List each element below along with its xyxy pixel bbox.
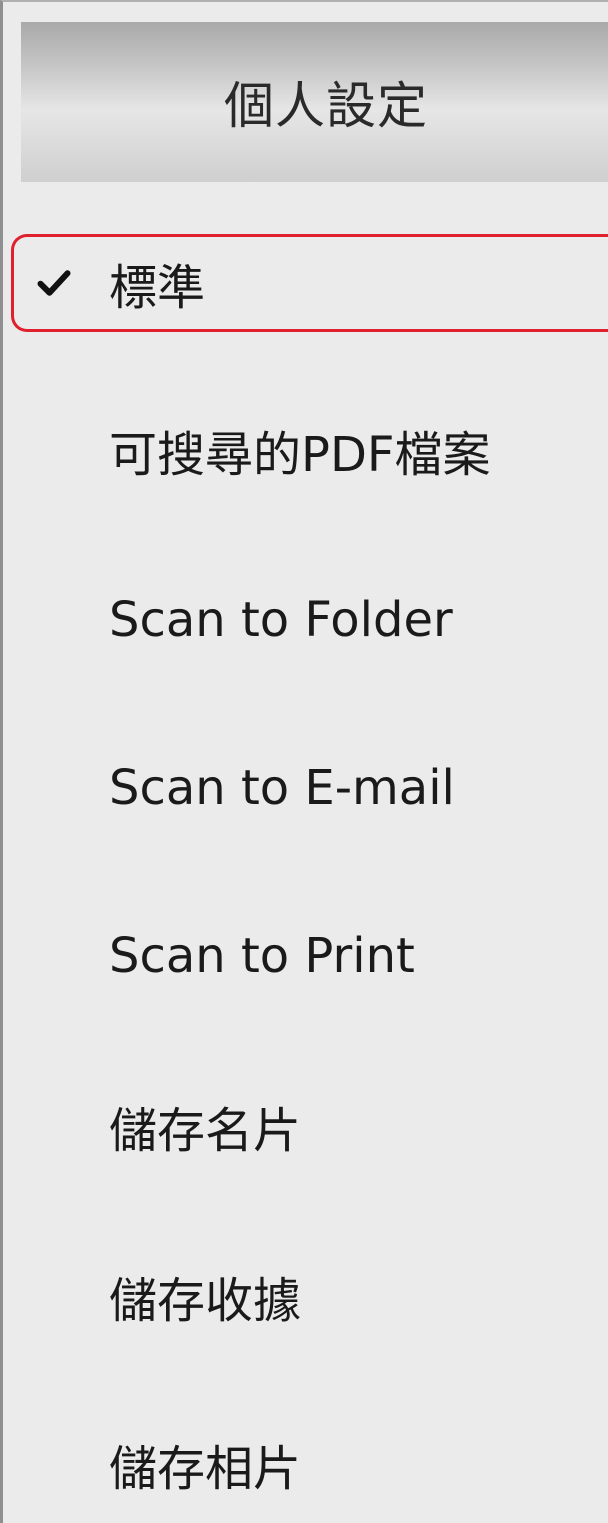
profile-menu: 個人設定 標準 可搜尋的PDF檔案 Scan to Folder Scan to…	[0, 0, 608, 1523]
menu-item-label: Scan to Print	[109, 928, 415, 984]
checkmark-icon	[37, 270, 71, 296]
menu-item-label: 儲存相片	[109, 1441, 302, 1497]
menu-item-standard[interactable]: 標準	[11, 234, 608, 332]
menu-item-label: 儲存名片	[109, 1103, 302, 1159]
menu-item-save-receipts[interactable]: 儲存收據	[21, 1248, 608, 1344]
menu-item-save-photos[interactable]: 儲存相片	[21, 1416, 608, 1512]
menu-item-save-business-cards[interactable]: 儲存名片	[21, 1078, 608, 1174]
menu-header: 個人設定	[21, 22, 608, 182]
menu-header-title: 個人設定	[224, 77, 428, 135]
menu-item-label: Scan to Folder	[109, 592, 453, 648]
menu-item-searchable-pdf[interactable]: 可搜尋的PDF檔案	[21, 402, 608, 498]
menu-item-label: 可搜尋的PDF檔案	[109, 427, 491, 483]
menu-item-label: Scan to E-mail	[109, 760, 455, 816]
menu-item-scan-to-folder[interactable]: Scan to Folder	[21, 572, 608, 668]
menu-item-label: 標準	[109, 260, 206, 316]
menu-item-scan-to-print[interactable]: Scan to Print	[21, 908, 608, 1004]
menu-item-scan-to-email[interactable]: Scan to E-mail	[21, 740, 608, 836]
menu-item-label: 儲存收據	[109, 1273, 302, 1329]
